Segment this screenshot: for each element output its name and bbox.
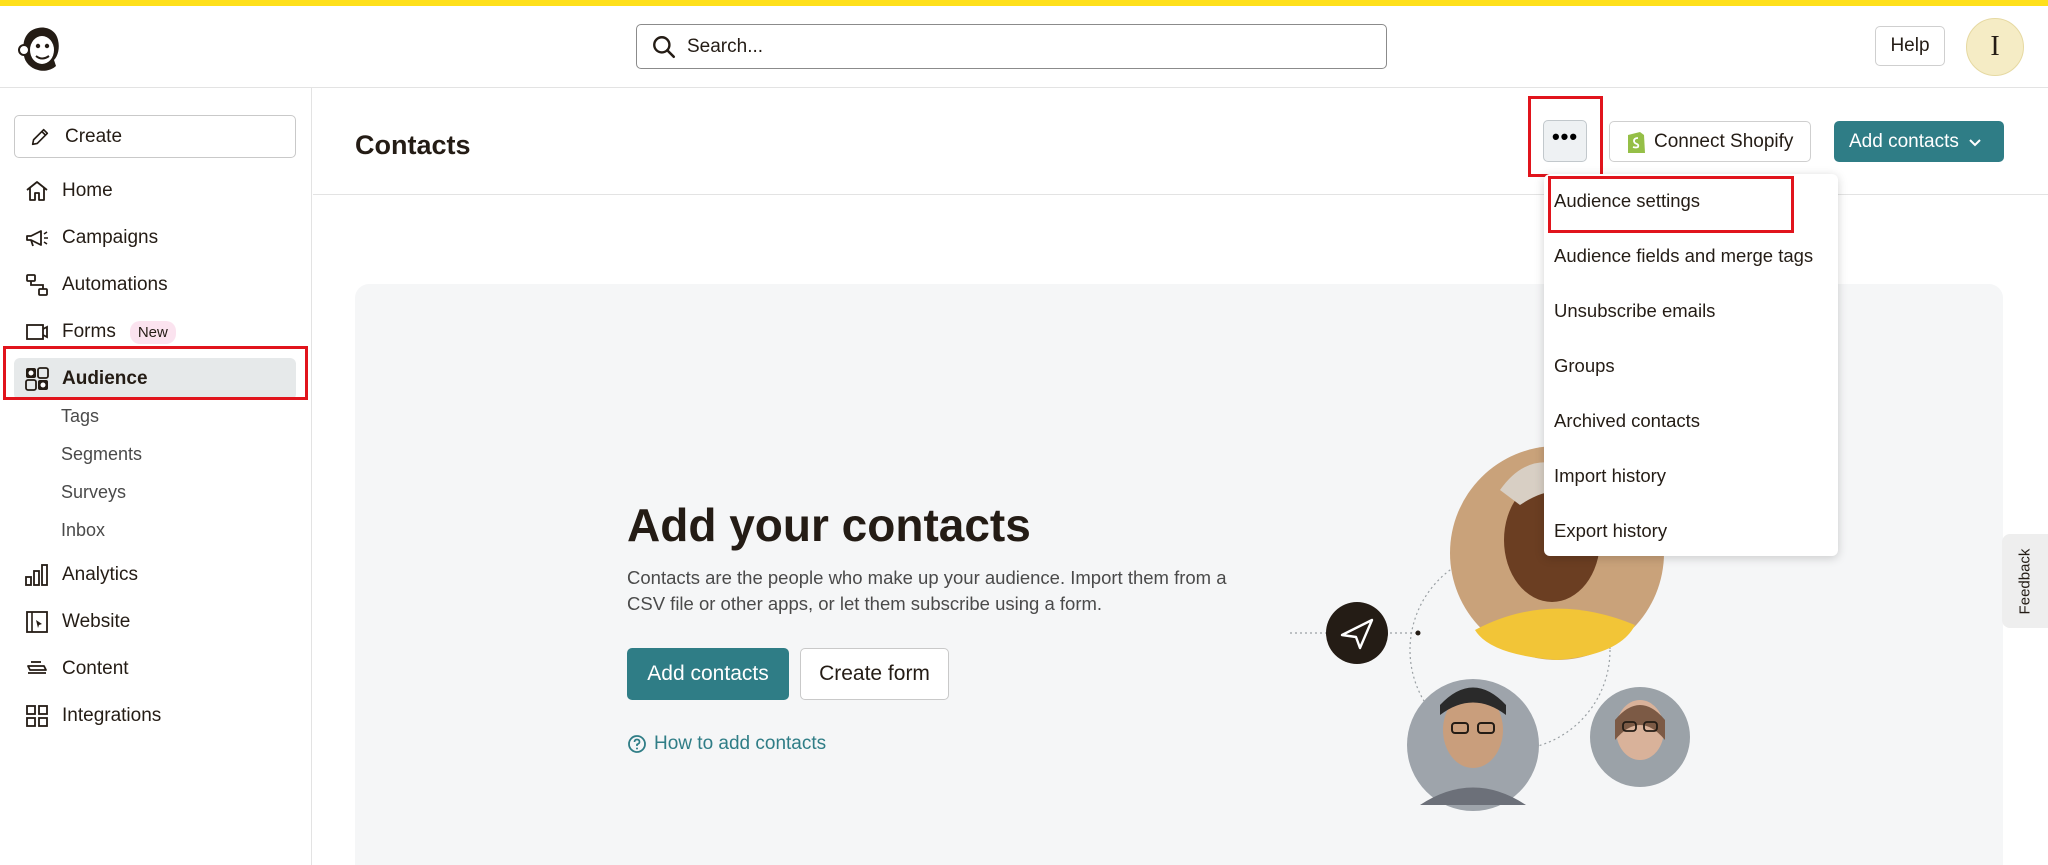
sidebar-subitem-segments[interactable]: Segments — [61, 444, 142, 465]
menu-item-audience-fields[interactable]: Audience fields and merge tags — [1554, 245, 1813, 267]
sidebar-item-label: Analytics — [62, 564, 139, 585]
how-to-add-contacts-label: How to add contacts — [654, 733, 827, 754]
more-options-highlight-box — [1528, 96, 1603, 177]
sidebar-subitem-surveys[interactable]: Surveys — [61, 482, 126, 503]
create-form-button[interactable]: Create form — [800, 648, 949, 700]
integrations-icon — [26, 705, 48, 727]
sidebar-item-label: Content — [62, 658, 129, 679]
sidebar-item-automations[interactable]: Automations — [14, 264, 296, 306]
pencil-icon — [31, 128, 49, 145]
menu-item-unsubscribe-emails[interactable]: Unsubscribe emails — [1554, 300, 1715, 322]
audience-settings-highlight-box — [1548, 176, 1794, 233]
sidebar: Create Home Campaigns Automations Forms … — [0, 88, 312, 865]
sidebar-item-label: Forms — [62, 321, 116, 342]
sidebar-item-label: Website — [62, 611, 131, 632]
empty-state-description: Contacts are the people who make up your… — [627, 567, 1227, 614]
top-bar: Help I — [0, 6, 2048, 88]
shopify-icon — [1628, 131, 1645, 153]
menu-item-archived-contacts[interactable]: Archived contacts — [1554, 410, 1700, 432]
connect-shopify-label: Connect Shopify — [1654, 130, 1794, 152]
create-button-label: Create — [65, 125, 123, 147]
forms-icon — [26, 324, 48, 340]
page-title: Contacts — [355, 130, 471, 160]
mailchimp-logo-icon[interactable] — [16, 20, 64, 74]
menu-item-groups[interactable]: Groups — [1554, 355, 1615, 377]
avatar-initial: I — [1990, 31, 2000, 62]
website-icon — [26, 611, 48, 633]
sidebar-item-home[interactable]: Home — [14, 170, 296, 212]
sidebar-item-label: Automations — [62, 274, 168, 295]
sidebar-item-content[interactable]: Content — [14, 648, 296, 690]
connect-shopify-button[interactable]: Connect Shopify — [1609, 121, 1811, 162]
add-contacts-button[interactable]: Add contacts — [627, 648, 789, 700]
feedback-tab[interactable]: Feedback — [2002, 534, 2048, 628]
sidebar-item-label: Integrations — [62, 705, 162, 726]
create-button[interactable]: Create — [14, 115, 296, 158]
megaphone-icon — [26, 230, 48, 247]
sidebar-item-label: Campaigns — [62, 227, 159, 248]
home-icon — [26, 181, 48, 201]
automations-icon — [26, 274, 48, 296]
help-circle-icon — [628, 735, 646, 753]
menu-item-export-history[interactable]: Export history — [1554, 520, 1667, 542]
sidebar-subitem-inbox[interactable]: Inbox — [61, 520, 105, 541]
sidebar-item-label: Home — [62, 180, 113, 201]
search-input[interactable] — [687, 35, 1349, 58]
sidebar-item-website[interactable]: Website — [14, 601, 296, 643]
feedback-label: Feedback — [2016, 548, 2034, 614]
help-button[interactable]: Help — [1875, 26, 1945, 66]
how-to-add-contacts-link[interactable]: How to add contacts — [627, 733, 826, 755]
menu-item-import-history[interactable]: Import history — [1554, 465, 1666, 487]
sidebar-item-analytics[interactable]: Analytics — [14, 554, 296, 596]
new-badge: New — [129, 320, 176, 344]
chevron-down-icon — [1969, 138, 1981, 146]
avatar[interactable]: I — [1966, 18, 2024, 76]
content-icon — [27, 661, 47, 674]
search-bar[interactable] — [636, 24, 1387, 69]
add-contacts-label: Add contacts — [1849, 130, 1959, 152]
audience-highlight-box — [3, 346, 308, 400]
search-icon — [653, 35, 676, 58]
add-contacts-dropdown-button[interactable]: Add contacts — [1834, 121, 2004, 162]
analytics-icon — [25, 564, 48, 586]
send-icon — [1326, 602, 1388, 664]
empty-state-title: Add your contacts — [627, 499, 1031, 551]
sidebar-item-campaigns[interactable]: Campaigns — [14, 217, 296, 259]
sidebar-item-integrations[interactable]: Integrations — [14, 695, 296, 737]
sidebar-subitem-tags[interactable]: Tags — [61, 406, 99, 427]
